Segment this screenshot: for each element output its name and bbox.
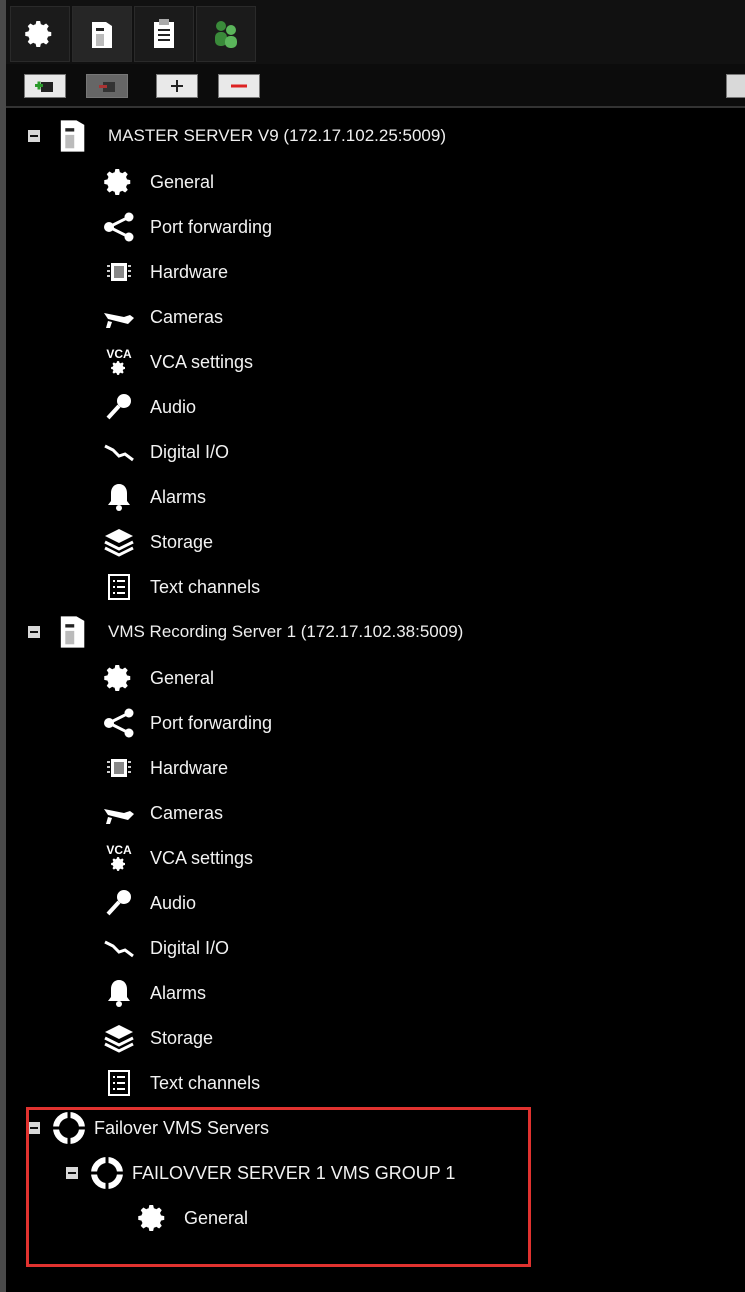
layers-icon	[100, 1020, 138, 1056]
tree-item-label: Alarms	[150, 982, 207, 1003]
chip-icon	[100, 254, 138, 290]
tree-item-label: Digital I/O	[150, 937, 230, 958]
add-server-button[interactable]	[24, 74, 66, 98]
tree-item-port-forwarding[interactable]: Port forwarding	[100, 703, 272, 743]
tree-item-label: Storage	[150, 531, 214, 552]
document-list-icon	[100, 1065, 138, 1101]
tree-item-label: Digital I/O	[150, 441, 230, 462]
tree-item-audio[interactable]: Audio	[100, 387, 196, 427]
chip-icon	[100, 750, 138, 786]
toolbar	[6, 64, 745, 108]
tab-settings[interactable]	[10, 6, 70, 62]
tab-clipboard[interactable]	[134, 6, 194, 62]
plug-icon	[100, 434, 138, 470]
tree-item-label: VCA settings	[150, 847, 254, 868]
tree-item-label: Port forwarding	[150, 712, 273, 733]
tree-item-text-channels[interactable]: Text channels	[100, 567, 260, 607]
microphone-icon	[100, 389, 138, 425]
vca-icon-text: VCA	[106, 843, 132, 857]
vca-icon-text: VCA	[106, 347, 132, 361]
highlight-box	[26, 1107, 531, 1267]
tree-item-label: General	[150, 667, 215, 688]
gear-icon	[100, 660, 138, 696]
tree-item-cameras[interactable]: Cameras	[100, 793, 223, 833]
bell-icon	[100, 975, 138, 1011]
share-icon	[100, 705, 138, 741]
tree-item-general[interactable]: General	[100, 658, 214, 698]
tree-item-label: Cameras	[150, 802, 224, 823]
gear-icon	[25, 21, 52, 47]
toolbar-overflow-button[interactable]	[726, 74, 745, 98]
tree-item-label: Storage	[150, 1027, 214, 1048]
tree-item-vca-settings[interactable]: VCA VCA settings	[100, 342, 253, 382]
server-title: VMS Recording Server 1 (172.17.102.38:50…	[108, 622, 464, 641]
users-icon	[215, 21, 237, 48]
tree-item-text-channels[interactable]: Text channels	[100, 1063, 260, 1103]
tree-item-vca-settings[interactable]: VCA VCA settings	[100, 838, 253, 878]
tree-item-label: Hardware	[150, 261, 229, 282]
tree-item-port-forwarding[interactable]: Port forwarding	[100, 207, 272, 247]
plug-icon	[100, 930, 138, 966]
tree-item-label: Text channels	[150, 576, 261, 597]
tree-item-digital-io[interactable]: Digital I/O	[100, 928, 229, 968]
microphone-icon	[100, 885, 138, 921]
bell-icon	[100, 479, 138, 515]
gear-icon	[100, 164, 138, 200]
tree-item-label: VCA settings	[150, 351, 254, 372]
collapse-all-button[interactable]	[218, 74, 260, 98]
tab-bar	[6, 0, 745, 64]
document-list-icon	[100, 569, 138, 605]
tree-item-storage[interactable]: Storage	[100, 1018, 213, 1058]
tree-item-label: Audio	[150, 396, 197, 417]
vca-gear-icon: VCA	[100, 344, 138, 380]
tree-item-general[interactable]: General	[100, 162, 214, 202]
tree-item-cameras[interactable]: Cameras	[100, 297, 223, 337]
tree-item-label: Cameras	[150, 306, 224, 327]
server-icon	[92, 22, 112, 48]
minus-icon	[231, 84, 247, 88]
tree-item-hardware[interactable]: Hardware	[100, 252, 228, 292]
tree-item-hardware[interactable]: Hardware	[100, 748, 228, 788]
server-configuration-panel: MASTER SERVER V9 (172.17.102.25:5009) Ge…	[6, 0, 745, 1292]
tree-node-recording-server[interactable]: VMS Recording Server 1 (172.17.102.38:50…	[28, 612, 463, 652]
plus-icon	[171, 80, 183, 92]
tree-item-label: Port forwarding	[150, 216, 273, 237]
tree-item-label: General	[150, 171, 215, 192]
tab-users[interactable]	[196, 6, 256, 62]
tree-item-alarms[interactable]: Alarms	[100, 477, 206, 517]
share-icon	[100, 209, 138, 245]
vca-gear-icon: VCA	[100, 840, 138, 876]
tree-item-audio[interactable]: Audio	[100, 883, 196, 923]
server-title: MASTER SERVER V9 (172.17.102.25:5009)	[108, 126, 446, 145]
tree-item-label: Text channels	[150, 1072, 261, 1093]
add-server-icon	[35, 81, 53, 92]
expand-all-button[interactable]	[156, 74, 198, 98]
server-icon	[60, 120, 85, 152]
tree-item-label: Alarms	[150, 486, 207, 507]
remove-server-icon	[99, 82, 115, 92]
tree-item-storage[interactable]: Storage	[100, 522, 213, 562]
tree-item-alarms[interactable]: Alarms	[100, 973, 206, 1013]
tree-item-label: Audio	[150, 892, 197, 913]
tree-item-label: Hardware	[150, 757, 229, 778]
clipboard-icon	[154, 19, 174, 48]
remove-server-button[interactable]	[86, 74, 128, 98]
layers-icon	[100, 524, 138, 560]
tree-item-digital-io[interactable]: Digital I/O	[100, 432, 229, 472]
collapse-toggle[interactable]	[28, 130, 40, 142]
server-icon	[60, 616, 85, 648]
collapse-toggle[interactable]	[28, 626, 40, 638]
camera-icon	[100, 795, 138, 831]
camera-icon	[100, 299, 138, 335]
tab-servers[interactable]	[72, 6, 132, 62]
tree-node-master-server[interactable]: MASTER SERVER V9 (172.17.102.25:5009)	[28, 116, 446, 156]
